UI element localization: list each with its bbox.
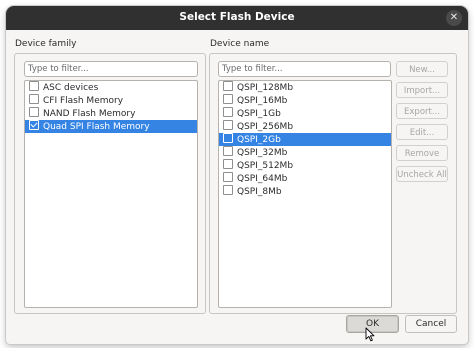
checkbox-icon[interactable] [223,159,233,169]
list-item-label: QSPI_64Mb [237,174,288,184]
new-button[interactable]: New... [396,61,448,77]
device-family-list[interactable]: ASC devices CFI Flash Memory NAND Flash Me… [24,80,198,308]
checkbox-icon[interactable] [223,81,233,91]
checkbox-icon[interactable] [29,94,39,104]
checkbox-icon[interactable] [223,172,233,182]
export-button[interactable]: Export... [396,103,448,119]
uncheck-all-button[interactable]: Uncheck All [396,166,448,182]
list-item[interactable]: Quad SPI Flash Memory [25,120,197,133]
list-item[interactable]: QSPI_32Mb [219,146,391,159]
device-name-filter-input[interactable] [218,61,391,77]
list-item-label: ASC devices [43,83,99,93]
list-item-label: NAND Flash Memory [43,109,136,119]
list-item-label: QSPI_2Gb [237,135,281,145]
close-button[interactable]: ✕ [446,10,462,26]
device-name-label: Device name [210,39,270,49]
close-icon: ✕ [449,12,459,23]
dialog-title: Select Flash Device [179,11,295,23]
checkbox-icon[interactable] [223,120,233,130]
list-item-label: QSPI_16Mb [237,96,288,106]
checkbox-icon[interactable] [223,185,233,195]
list-item-label: QSPI_32Mb [237,148,288,158]
list-item-label: QSPI_8Mb [237,187,282,197]
device-family-label: Device family [15,39,77,49]
list-item[interactable]: QSPI_2Gb [219,133,391,146]
list-item[interactable]: QSPI_1Gb [219,107,391,120]
edit-button[interactable]: Edit... [396,124,448,140]
list-item-label: QSPI_128Mb [237,83,294,93]
checkbox-icon[interactable] [223,146,233,156]
list-item[interactable]: CFI Flash Memory [25,94,197,107]
checkbox-icon[interactable] [223,94,233,104]
checkbox-icon[interactable] [223,107,233,117]
remove-button[interactable]: Remove [396,145,448,161]
list-item[interactable]: QSPI_512Mb [219,159,391,172]
device-family-filter-input[interactable] [24,61,198,77]
select-flash-device-dialog: Select Flash Device ✕ Device family ASC … [6,6,468,344]
list-item[interactable]: NAND Flash Memory [25,107,197,120]
list-item-label: QSPI_1Gb [237,109,281,119]
list-item[interactable]: QSPI_256Mb [219,120,391,133]
list-item-label: CFI Flash Memory [43,96,124,106]
list-item-label: Quad SPI Flash Memory [43,122,150,132]
list-item[interactable]: QSPI_16Mb [219,94,391,107]
checkbox-icon[interactable] [29,107,39,117]
list-item[interactable]: QSPI_64Mb [219,172,391,185]
import-button[interactable]: Import... [396,82,448,98]
list-item[interactable]: ASC devices [25,81,197,94]
checkbox-icon[interactable] [29,81,39,91]
list-item[interactable]: QSPI_128Mb [219,81,391,94]
device-name-list[interactable]: QSPI_128Mb QSPI_16Mb QSPI_1Gb QSPI_256Mb QSP… [218,80,392,308]
list-item-label: QSPI_512Mb [237,161,294,171]
checkbox-icon[interactable] [223,133,233,143]
list-item[interactable]: QSPI_8Mb [219,185,391,198]
mouse-pointer-icon [365,327,375,342]
checkbox-checked-icon[interactable] [29,120,39,130]
cancel-button[interactable]: Cancel [405,315,457,333]
list-item-label: QSPI_256Mb [237,122,294,132]
title-bar[interactable]: Select Flash Device ✕ [6,6,468,30]
